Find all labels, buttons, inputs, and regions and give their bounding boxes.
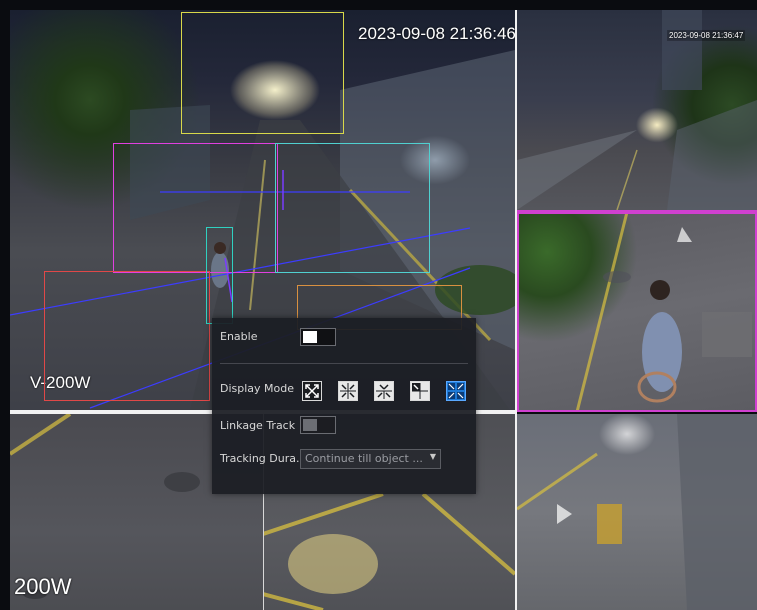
display-mode-split-icon[interactable]	[374, 381, 394, 401]
main-timestamp: 2023-09-08 21:36:46	[358, 24, 515, 43]
enable-toggle-knob	[303, 331, 317, 343]
tracking-duration-label: Tracking Dura...	[220, 452, 307, 465]
three-split-icon	[412, 383, 428, 399]
enable-label: Enable	[220, 330, 258, 343]
panel-separator	[220, 363, 468, 364]
detection-zone-cyan	[275, 143, 430, 273]
display-mode-quad-cross-icon[interactable]	[338, 381, 358, 401]
chevron-down-icon: ▼	[429, 452, 436, 461]
tracking-duration-select[interactable]: Continue till object ... ▼	[300, 449, 441, 469]
tracked-object-box	[206, 227, 233, 324]
quad-cross-icon	[340, 383, 356, 399]
smart-tracking-settings-panel: Enable Display Mode Linkage Track Tracki…	[212, 318, 476, 494]
tracking-view-border	[517, 212, 757, 412]
display-mode-three-split-icon[interactable]	[410, 381, 430, 401]
detection-zone-yellow	[181, 12, 344, 134]
multi-view-live-screen: 2023-09-08 21:36:46 V-200W 2023-09-08 21…	[0, 0, 757, 610]
tracking-camera-view[interactable]	[517, 212, 757, 412]
top-right-camera-view[interactable]: 2023-09-08 21:36:47	[517, 10, 757, 210]
bottom-right-camera-view[interactable]	[517, 414, 757, 610]
quad-grid-icon	[448, 383, 464, 399]
linkage-track-label: Linkage Track	[220, 419, 296, 432]
expand-arrows-icon	[305, 384, 319, 398]
right-divider	[517, 210, 757, 212]
linkage-track-toggle-knob	[303, 419, 317, 431]
bottom-left-channel-name: 200W	[14, 574, 72, 599]
enable-toggle[interactable]	[300, 328, 336, 346]
detection-zone-red	[44, 271, 210, 401]
bottom-right-camera-scene	[517, 414, 757, 610]
display-mode-label: Display Mode	[220, 382, 295, 395]
top-right-timestamp: 2023-09-08 21:36:47	[667, 30, 746, 41]
vertical-divider	[515, 10, 517, 610]
linkage-track-toggle[interactable]	[300, 416, 336, 434]
detection-zone-magenta	[113, 143, 278, 273]
display-mode-single-icon[interactable]	[302, 381, 322, 401]
tracking-duration-value: Continue till object ...	[305, 452, 423, 465]
display-mode-quad-grid-icon[interactable]	[446, 381, 466, 401]
split-view-icon	[376, 383, 392, 399]
